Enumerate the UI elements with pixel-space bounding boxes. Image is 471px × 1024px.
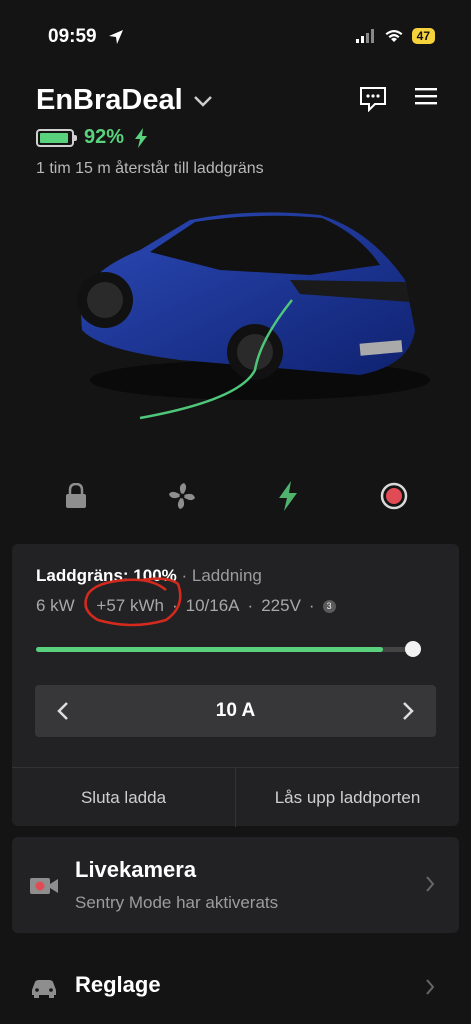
status-time: 09:59 bbox=[48, 26, 97, 47]
charge-power: 6 kW bbox=[36, 596, 75, 615]
car-icon bbox=[32, 980, 56, 998]
phone-battery: 47 bbox=[411, 28, 435, 44]
controls-title: Reglage bbox=[75, 972, 161, 997]
livecam-subtitle: Sentry Mode har aktiverats bbox=[75, 893, 279, 912]
camera-icon bbox=[30, 878, 58, 894]
battery-icon bbox=[36, 128, 77, 147]
record-icon bbox=[380, 482, 408, 510]
amp-value: 10 A bbox=[215, 700, 256, 721]
climate-button[interactable] bbox=[164, 478, 200, 514]
controls-row[interactable]: Reglage bbox=[12, 960, 459, 1020]
livecam-title: Livekamera bbox=[75, 857, 197, 882]
lock-button[interactable] bbox=[58, 478, 94, 514]
menu-icon[interactable] bbox=[415, 86, 437, 106]
sentry-button[interactable] bbox=[376, 478, 412, 514]
annotation-circle bbox=[84, 577, 182, 627]
charge-limit-slider[interactable] bbox=[36, 641, 421, 657]
vehicle-selector[interactable]: EnBraDeal bbox=[36, 84, 213, 117]
charge-button[interactable] bbox=[270, 478, 306, 514]
charge-current: 10/16A bbox=[185, 596, 240, 615]
slider-fill bbox=[36, 647, 383, 652]
signal-icon bbox=[355, 29, 374, 43]
chevron-right-icon bbox=[426, 876, 435, 892]
lock-icon bbox=[66, 483, 86, 508]
charging-stats: 6 kW · +57 kWh · 10/16A · 225V · 3 bbox=[36, 577, 336, 627]
amp-decrease-button[interactable] bbox=[35, 685, 91, 737]
status-indicators: 47 bbox=[355, 28, 435, 44]
charge-voltage: 225V bbox=[261, 596, 301, 615]
chevron-right-icon bbox=[403, 702, 414, 720]
amp-increase-button[interactable] bbox=[380, 685, 436, 737]
livecam-row[interactable]: Livekamera Sentry Mode har aktiverats bbox=[12, 837, 459, 933]
slider-thumb[interactable] bbox=[405, 641, 421, 657]
chevron-down-icon bbox=[193, 95, 212, 107]
vehicle-name: EnBraDeal bbox=[36, 84, 183, 116]
fan-icon bbox=[169, 483, 195, 509]
battery-percentage: 92% bbox=[84, 126, 125, 148]
charging-card: Laddgräns: 100% · Laddning 6 kW · +57 kW… bbox=[12, 544, 459, 827]
amp-stepper: 10 A bbox=[35, 685, 436, 737]
charging-status: Laddning bbox=[191, 566, 262, 585]
wifi-icon bbox=[385, 30, 403, 42]
phases-badge: 3 bbox=[322, 599, 336, 613]
charging-bolt-icon bbox=[135, 127, 148, 148]
quick-actions bbox=[0, 478, 471, 514]
stop-charging-button[interactable]: Sluta ladda bbox=[12, 768, 235, 827]
battery-status: 92% bbox=[36, 126, 148, 149]
location-arrow-icon bbox=[109, 30, 123, 44]
time-remaining: 1 tim 15 m återstår till laddgräns bbox=[36, 160, 264, 177]
car-image bbox=[77, 212, 430, 420]
charge-icon bbox=[279, 481, 297, 511]
chevron-left-icon bbox=[57, 702, 68, 720]
message-icon[interactable] bbox=[359, 86, 387, 112]
chevron-right-icon bbox=[426, 979, 435, 995]
unlock-charge-port-button[interactable]: Lås upp laddporten bbox=[235, 768, 459, 827]
